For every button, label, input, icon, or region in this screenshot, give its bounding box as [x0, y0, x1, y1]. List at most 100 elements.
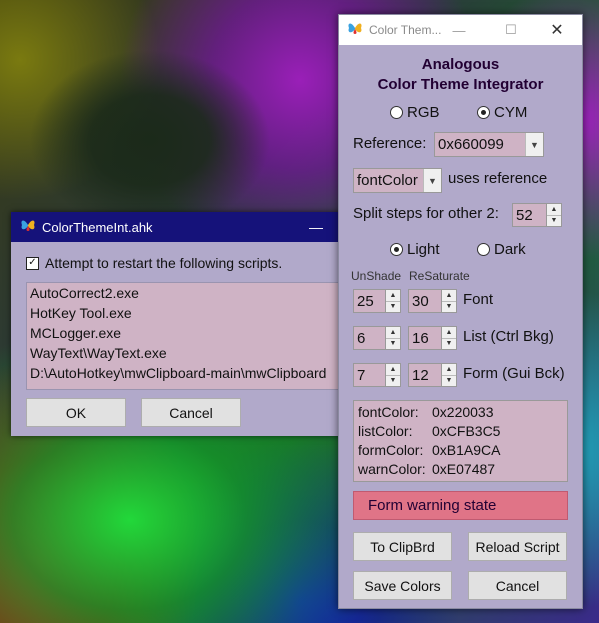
- heading-line1: Analogous: [421, 56, 500, 73]
- heading-line2: Color Theme Integrator: [377, 76, 544, 93]
- down-arrow-icon[interactable]: ▼: [386, 339, 400, 350]
- restart-checkbox[interactable]: ✓: [26, 256, 39, 270]
- font-unshade-spinner[interactable]: 25 ▲ ▼: [353, 289, 401, 313]
- list-item[interactable]: AutoCorrect2.exe: [27, 283, 349, 303]
- ok-button[interactable]: OK: [26, 398, 126, 427]
- radio-rgb-label: RGB: [407, 104, 440, 121]
- reload-script-button[interactable]: Reload Script: [468, 532, 567, 561]
- front-window-titlebar[interactable]: Color Them... — ☐ ✕: [339, 15, 582, 45]
- list-unshade-spinner[interactable]: 6 ▲ ▼: [353, 326, 401, 350]
- restart-scripts-window: ColorThemeInt.ahk — ✓ Attempt to restart…: [11, 212, 350, 436]
- up-arrow-icon[interactable]: ▲: [442, 364, 456, 376]
- form-resaturate-arrows[interactable]: ▲ ▼: [441, 363, 457, 387]
- color-row-warn: warnColor: 0xE07487: [358, 460, 563, 479]
- up-arrow-icon[interactable]: ▲: [386, 290, 400, 302]
- font-resaturate-value[interactable]: 30: [408, 289, 441, 313]
- radio-light[interactable]: Light: [390, 241, 440, 258]
- back-window-titlebar[interactable]: ColorThemeInt.ahk —: [11, 212, 349, 242]
- color-row-form: formColor: 0xB1A9CA: [358, 441, 563, 460]
- form-row-label: Form (Gui Bck): [463, 365, 565, 382]
- unshade-label: UnShade: [351, 269, 402, 283]
- save-colors-button[interactable]: Save Colors: [353, 571, 452, 600]
- list-unshade-value[interactable]: 6: [353, 326, 385, 350]
- down-arrow-icon[interactable]: ▼: [442, 302, 456, 313]
- up-arrow-icon[interactable]: ▲: [386, 364, 400, 376]
- radio-light-circle[interactable]: [390, 243, 403, 256]
- font-color-select-value[interactable]: fontColor: [354, 172, 423, 189]
- up-arrow-icon[interactable]: ▲: [547, 204, 561, 216]
- color-name: listColor:: [358, 423, 413, 439]
- radio-cym-label: CYM: [494, 104, 528, 121]
- reference-value[interactable]: 0x660099: [435, 136, 525, 153]
- split-steps-spinner[interactable]: 52 ▲ ▼: [512, 203, 562, 227]
- color-values-box[interactable]: fontColor: 0x220033 listColor: 0xCFB3C5 …: [353, 400, 568, 482]
- list-item[interactable]: HotKey Tool.exe: [27, 303, 349, 323]
- down-arrow-icon[interactable]: ▼: [386, 302, 400, 313]
- font-row-label: Font: [463, 291, 494, 308]
- list-resaturate-spinner[interactable]: 16 ▲ ▼: [408, 326, 457, 350]
- font-resaturate-arrows[interactable]: ▲ ▼: [441, 289, 457, 313]
- radio-light-label: Light: [407, 241, 440, 258]
- back-cancel-button[interactable]: Cancel: [141, 398, 241, 427]
- resaturate-label: ReSaturate: [409, 269, 470, 283]
- front-window-title: Color Them...: [369, 23, 442, 37]
- down-arrow-icon[interactable]: ▼: [442, 376, 456, 387]
- back-window-title: ColorThemeInt.ahk: [42, 219, 153, 235]
- color-row-list: listColor: 0xCFB3C5: [358, 422, 563, 441]
- up-arrow-icon[interactable]: ▲: [386, 327, 400, 339]
- radio-rgb-circle[interactable]: [390, 106, 403, 119]
- font-color-select[interactable]: fontColor ▼: [353, 168, 442, 193]
- minimize-button[interactable]: —: [303, 212, 329, 242]
- radio-cym[interactable]: CYM: [477, 104, 527, 121]
- font-unshade-value[interactable]: 25: [353, 289, 385, 313]
- form-unshade-value[interactable]: 7: [353, 363, 385, 387]
- font-unshade-arrows[interactable]: ▲ ▼: [385, 289, 401, 313]
- list-item[interactable]: MCLogger.exe: [27, 323, 349, 343]
- color-name: formColor:: [358, 442, 424, 458]
- app-butterfly-icon: [20, 218, 36, 237]
- maximize-button[interactable]: ☐: [491, 15, 531, 45]
- chevron-down-icon[interactable]: ▼: [423, 169, 441, 192]
- radio-dark-label: Dark: [494, 241, 526, 258]
- color-theme-window: Color Them... — ☐ ✕ Analogous Color Them…: [338, 14, 583, 609]
- form-unshade-arrows[interactable]: ▲ ▼: [385, 363, 401, 387]
- close-button[interactable]: ✕: [537, 15, 577, 45]
- list-unshade-arrows[interactable]: ▲ ▼: [385, 326, 401, 350]
- restart-checkbox-row[interactable]: ✓ Attempt to restart the following scrip…: [26, 255, 282, 271]
- to-clipbrd-button[interactable]: To ClipBrd: [353, 532, 452, 561]
- split-steps-label: Split steps for other 2:: [353, 205, 499, 222]
- form-resaturate-value[interactable]: 12: [408, 363, 441, 387]
- app-butterfly-icon: [347, 21, 363, 40]
- radio-cym-circle[interactable]: [477, 106, 490, 119]
- radio-dark-circle[interactable]: [477, 243, 490, 256]
- down-arrow-icon[interactable]: ▼: [386, 376, 400, 387]
- up-arrow-icon[interactable]: ▲: [442, 327, 456, 339]
- radio-dark[interactable]: Dark: [477, 241, 526, 258]
- list-item[interactable]: WayText\WayText.exe: [27, 343, 349, 363]
- split-steps-arrows[interactable]: ▲ ▼: [546, 203, 562, 227]
- restart-checkbox-label: Attempt to restart the following scripts…: [45, 255, 283, 271]
- list-item[interactable]: D:\AutoHotkey\mwClipboard-main\mwClipboa…: [27, 363, 349, 383]
- down-arrow-icon[interactable]: ▼: [547, 216, 561, 227]
- split-steps-value[interactable]: 52: [512, 203, 546, 227]
- reference-combobox[interactable]: 0x660099 ▼: [434, 132, 544, 157]
- color-name: fontColor:: [358, 404, 419, 420]
- list-row-label: List (Ctrl Bkg): [463, 328, 554, 345]
- list-resaturate-arrows[interactable]: ▲ ▼: [441, 326, 457, 350]
- up-arrow-icon[interactable]: ▲: [442, 290, 456, 302]
- form-unshade-spinner[interactable]: 7 ▲ ▼: [353, 363, 401, 387]
- font-resaturate-spinner[interactable]: 30 ▲ ▼: [408, 289, 457, 313]
- radio-rgb[interactable]: RGB: [390, 104, 440, 121]
- form-warning-state: Form warning state: [353, 491, 568, 520]
- minimize-button[interactable]: —: [439, 15, 479, 45]
- chevron-down-icon[interactable]: ▼: [525, 133, 543, 156]
- list-resaturate-value[interactable]: 16: [408, 326, 441, 350]
- form-resaturate-spinner[interactable]: 12 ▲ ▼: [408, 363, 457, 387]
- color-value: 0xE07487: [432, 461, 496, 477]
- down-arrow-icon[interactable]: ▼: [442, 339, 456, 350]
- cancel-button[interactable]: Cancel: [468, 571, 567, 600]
- color-value: 0xB1A9CA: [432, 442, 501, 458]
- scripts-listbox[interactable]: AutoCorrect2.exe HotKey Tool.exe MCLogge…: [26, 282, 350, 390]
- color-name: warnColor:: [358, 461, 426, 477]
- color-value: 0xCFB3C5: [432, 423, 501, 439]
